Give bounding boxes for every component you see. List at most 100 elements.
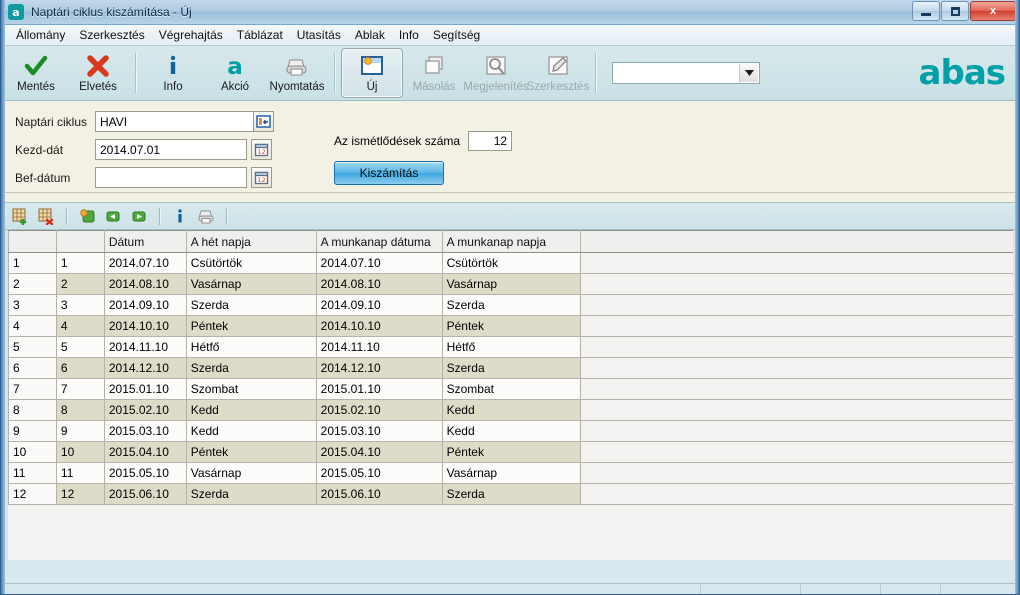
minimize-button[interactable] (912, 1, 940, 21)
table-row[interactable]: 7 7 2015.01.10 Szombat 2015.01.10 Szomba… (8, 378, 1019, 400)
cell-workday[interactable]: Vasárnap (441, 462, 581, 484)
cell-weekday[interactable]: Vasárnap (185, 462, 317, 484)
chevron-down-icon[interactable] (739, 64, 758, 82)
printer-icon[interactable] (195, 205, 217, 227)
table-row[interactable]: 1 1 2014.07.10 Csütörtök 2014.07.10 Csüt… (8, 252, 1019, 274)
maximize-button[interactable] (941, 1, 969, 21)
cell-date[interactable]: 2014.08.10 (103, 273, 187, 295)
column-header-workdate[interactable]: A munkanap dátuma (315, 230, 443, 253)
cell-index[interactable]: 12 (55, 483, 105, 505)
cell-workdate[interactable]: 2014.07.10 (315, 252, 443, 274)
cell-workday[interactable]: Kedd (441, 399, 581, 421)
cell-workdate[interactable]: 2015.06.10 (315, 483, 443, 505)
next-page-icon[interactable] (128, 205, 150, 227)
cell-index[interactable]: 2 (55, 273, 105, 295)
cell-workday[interactable]: Péntek (441, 315, 581, 337)
cell-date[interactable]: 2015.04.10 (103, 441, 187, 463)
cell-workday[interactable]: Csütörtök (441, 252, 581, 274)
cell-date[interactable]: 2014.11.10 (103, 336, 187, 358)
select-row-icon[interactable] (76, 205, 98, 227)
cell-workdate[interactable]: 2015.01.10 (315, 378, 443, 400)
table-row[interactable]: 2 2 2014.08.10 Vasárnap 2014.08.10 Vasár… (8, 273, 1019, 295)
table-row[interactable]: 8 8 2015.02.10 Kedd 2015.02.10 Kedd (8, 399, 1019, 421)
cell-workdate[interactable]: 2015.03.10 (315, 420, 443, 442)
cell-weekday[interactable]: Hétfő (185, 336, 317, 358)
cell-date[interactable]: 2015.05.10 (103, 462, 187, 484)
table-row[interactable]: 6 6 2014.12.10 Szerda 2014.12.10 Szerda (8, 357, 1019, 379)
table-row[interactable]: 9 9 2015.03.10 Kedd 2015.03.10 Kedd (8, 420, 1019, 442)
menu-item-utasitas[interactable]: Utasítás (290, 26, 348, 44)
cell-index[interactable]: 8 (55, 399, 105, 421)
cell-workday[interactable]: Szombat (441, 378, 581, 400)
toolbar-button-display[interactable]: Megjelenítés (463, 48, 529, 98)
end-date-input[interactable] (95, 167, 247, 188)
cell-weekday[interactable]: Szombat (185, 378, 317, 400)
cell-date[interactable]: 2014.09.10 (103, 294, 187, 316)
table-row[interactable]: 12 12 2015.06.10 Szerda 2015.06.10 Szerd… (8, 483, 1019, 505)
cell-workday[interactable]: Kedd (441, 420, 581, 442)
cell-date[interactable]: 2014.12.10 (103, 357, 187, 379)
table-row[interactable]: 5 5 2014.11.10 Hétfő 2014.11.10 Hétfő (8, 336, 1019, 358)
repetitions-input[interactable] (468, 131, 513, 151)
cell-workday[interactable]: Szerda (441, 357, 581, 379)
table-row[interactable]: 3 3 2014.09.10 Szerda 2014.09.10 Szerda (8, 294, 1019, 316)
menu-item-allomany[interactable]: Állomány (9, 26, 72, 44)
column-header-date[interactable]: Dátum (103, 230, 187, 253)
cell-workdate[interactable]: 2014.08.10 (315, 273, 443, 295)
cell-weekday[interactable]: Szerda (185, 483, 317, 505)
calendar-icon[interactable]: 12 (251, 139, 272, 160)
cell-weekday[interactable]: Kedd (185, 420, 317, 442)
column-header-workday[interactable]: A munkanap napja (441, 230, 581, 253)
cell-weekday[interactable]: Péntek (185, 315, 317, 337)
cell-weekday[interactable]: Vasárnap (185, 273, 317, 295)
toolbar-combobox-input[interactable] (613, 64, 738, 82)
cell-workdate[interactable]: 2015.02.10 (315, 399, 443, 421)
cell-weekday[interactable]: Kedd (185, 399, 317, 421)
menu-item-ablak[interactable]: Ablak (348, 26, 392, 44)
calendar-icon[interactable]: 12 (251, 167, 272, 188)
cell-workdate[interactable]: 2014.11.10 (315, 336, 443, 358)
column-header-index[interactable] (55, 230, 105, 253)
cell-workday[interactable]: Vasárnap (441, 273, 581, 295)
cell-workdate[interactable]: 2014.12.10 (315, 357, 443, 379)
info-icon[interactable] (169, 205, 191, 227)
cell-weekday[interactable]: Csütörtök (185, 252, 317, 274)
table-row[interactable]: 10 10 2015.04.10 Péntek 2015.04.10 Pénte… (8, 441, 1019, 463)
delete-row-icon[interactable] (35, 205, 57, 227)
cell-workdate[interactable]: 2015.05.10 (315, 462, 443, 484)
cell-index[interactable]: 1 (55, 252, 105, 274)
toolbar-button-print[interactable]: Nyomtatás (266, 48, 328, 98)
toolbar-button-new[interactable]: Új (341, 48, 403, 98)
prev-page-icon[interactable] (102, 205, 124, 227)
cell-date[interactable]: 2014.10.10 (103, 315, 187, 337)
menu-item-segitseg[interactable]: Segítség (426, 26, 487, 44)
cell-date[interactable]: 2015.01.10 (103, 378, 187, 400)
cell-index[interactable]: 4 (55, 315, 105, 337)
menu-item-szerkesztes[interactable]: Szerkesztés (72, 26, 151, 44)
cell-workday[interactable]: Hétfő (441, 336, 581, 358)
table-row[interactable]: 4 4 2014.10.10 Péntek 2014.10.10 Péntek (8, 315, 1019, 337)
calculate-button[interactable]: Kiszámítás (334, 161, 444, 185)
insert-row-icon[interactable] (9, 205, 31, 227)
table-row[interactable]: 11 11 2015.05.10 Vasárnap 2015.05.10 Vas… (8, 462, 1019, 484)
cell-weekday[interactable]: Péntek (185, 441, 317, 463)
cell-index[interactable]: 9 (55, 420, 105, 442)
cell-index[interactable]: 11 (55, 462, 105, 484)
cell-index[interactable]: 5 (55, 336, 105, 358)
start-date-input[interactable] (95, 139, 247, 160)
toolbar-button-action[interactable]: a Akció (204, 48, 266, 98)
close-button[interactable]: x (970, 1, 1016, 21)
cell-index[interactable]: 7 (55, 378, 105, 400)
cell-workdate[interactable]: 2015.04.10 (315, 441, 443, 463)
menu-item-info[interactable]: Info (392, 26, 426, 44)
cell-date[interactable]: 2015.06.10 (103, 483, 187, 505)
select-record-icon[interactable] (253, 111, 274, 132)
cell-index[interactable]: 6 (55, 357, 105, 379)
toolbar-combobox[interactable] (612, 62, 760, 84)
toolbar-button-copy[interactable]: Másolás (403, 48, 465, 98)
menu-item-tablazat[interactable]: Táblázat (230, 26, 290, 44)
cell-index[interactable]: 10 (55, 441, 105, 463)
toolbar-button-save[interactable]: Mentés (5, 48, 67, 98)
cell-date[interactable]: 2015.02.10 (103, 399, 187, 421)
calendar-cycle-input[interactable] (95, 111, 253, 132)
